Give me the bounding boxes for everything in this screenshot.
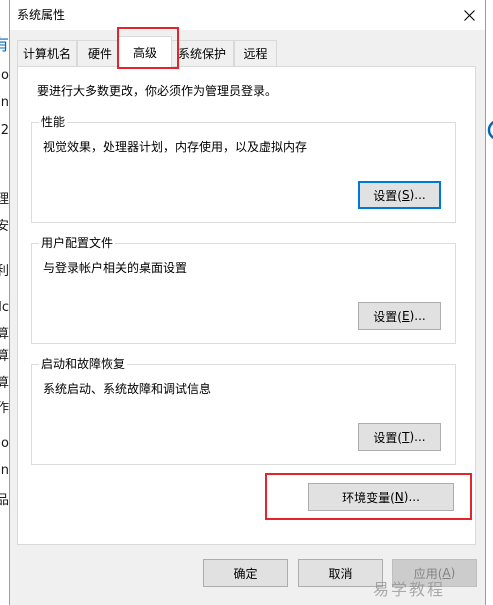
tab-hardware[interactable]: 硬件 xyxy=(77,40,123,66)
system-properties-dialog: 系统属性 计算机名 硬件 高级 系统保护 远程 要进行大多数更改，你必须作为管理… xyxy=(9,0,486,605)
ok-button[interactable]: 确定 xyxy=(203,559,288,587)
background-fragment: 有 xyxy=(0,35,9,54)
user-profiles-settings-button[interactable]: 设置(E)... xyxy=(358,302,441,330)
tab-computer-name[interactable]: 计算机名 xyxy=(17,40,77,66)
background-fragment: 安 xyxy=(0,219,9,234)
background-fragment: 作 xyxy=(0,401,9,416)
group-user-profiles: 用户配置文件 与登录帐户相关的桌面设置 设置(E)... xyxy=(31,236,456,344)
close-icon xyxy=(463,9,475,21)
background-fragment: o xyxy=(1,68,9,83)
background-fragment: 2 xyxy=(0,123,9,138)
background-fragment: 算 xyxy=(0,376,9,391)
tab-advanced[interactable]: 高级 xyxy=(118,36,172,67)
background-fragment: 理 xyxy=(0,192,9,207)
background-fragment: o xyxy=(1,436,9,451)
tab-remote[interactable]: 远程 xyxy=(234,40,277,66)
group-user-profiles-description: 与登录帐户相关的桌面设置 xyxy=(43,261,188,275)
startup-recovery-settings-button[interactable]: 设置(T)... xyxy=(358,423,441,451)
group-user-profiles-title: 用户配置文件 xyxy=(39,236,116,250)
window-title: 系统属性 xyxy=(17,8,66,22)
background-fragment: 算 xyxy=(0,349,9,364)
group-performance: 性能 视觉效果，处理器计划，内存使用，以及虚拟内存 设置(S)... xyxy=(31,115,456,223)
tab-system-protection[interactable]: 系统保护 xyxy=(170,40,234,66)
group-performance-description: 视觉效果，处理器计划，内存使用，以及虚拟内存 xyxy=(43,140,308,154)
watermark: 易学教程 xyxy=(373,580,446,599)
close-button[interactable] xyxy=(454,0,484,30)
group-startup-recovery: 启动和故障恢复 系统启动、系统故障和调试信息 设置(T)... xyxy=(31,357,456,465)
title-bar[interactable]: 系统属性 xyxy=(10,0,485,30)
group-startup-recovery-description: 系统启动、系统故障和调试信息 xyxy=(43,382,212,396)
background-fragment: lc xyxy=(0,300,9,315)
admin-notice: 要进行大多数更改，你必须作为管理员登录。 xyxy=(37,84,278,98)
background-window-left-edge: 有 o in 2 理 安 利 lc 算 算 算 作 o in 品 xyxy=(0,0,9,605)
background-fragment: 利 xyxy=(0,264,9,279)
performance-settings-button[interactable]: 设置(S)... xyxy=(358,181,441,209)
background-window-right-edge xyxy=(486,0,493,605)
background-fragment: 品 xyxy=(0,493,9,508)
background-fragment: 算 xyxy=(0,327,9,342)
background-fragment: in xyxy=(0,463,9,478)
background-fragment: in xyxy=(0,95,9,110)
advanced-tab-panel: 要进行大多数更改，你必须作为管理员登录。 性能 视觉效果，处理器计划，内存使用，… xyxy=(17,66,476,545)
group-startup-recovery-title: 启动和故障恢复 xyxy=(39,357,128,371)
cancel-button[interactable]: 取消 xyxy=(298,559,383,587)
partial-circle-icon xyxy=(487,121,493,139)
group-performance-title: 性能 xyxy=(39,115,68,129)
environment-variables-button[interactable]: 环境变量(N)... xyxy=(308,483,454,511)
